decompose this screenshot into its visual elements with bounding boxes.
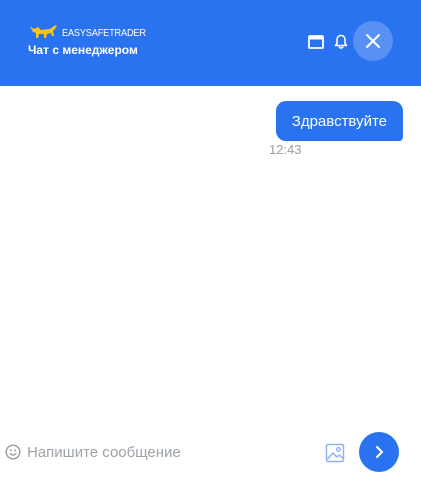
chat-header: EASYSAFETRADER Чат с менеджером	[0, 0, 421, 86]
image-icon	[325, 443, 345, 463]
message-input[interactable]	[27, 440, 307, 464]
close-button[interactable]	[353, 21, 393, 61]
brand-row: EASYSAFETRADER	[28, 22, 153, 42]
brand: EASYSAFETRADER Чат с менеджером	[28, 22, 153, 57]
chat-title: Чат с менеджером	[28, 43, 138, 57]
brand-name: EASYSAFETRADER	[62, 28, 146, 39]
emoji-button[interactable]	[4, 443, 22, 461]
notifications-button[interactable]	[331, 31, 351, 53]
close-icon	[366, 34, 380, 48]
bull-logo-icon	[30, 25, 57, 38]
attach-image-button[interactable]	[324, 442, 346, 464]
chevron-right-icon	[375, 445, 384, 459]
smile-icon	[5, 444, 21, 460]
send-button[interactable]	[359, 432, 399, 472]
window-button[interactable]	[305, 32, 327, 52]
outgoing-message: Здравствуйте	[275, 101, 403, 141]
message-time: 12:43	[269, 142, 302, 157]
bell-icon	[334, 34, 348, 49]
composer	[0, 430, 421, 474]
message-list: Здравствуйте 12:43	[0, 86, 421, 416]
window-icon	[308, 35, 324, 49]
